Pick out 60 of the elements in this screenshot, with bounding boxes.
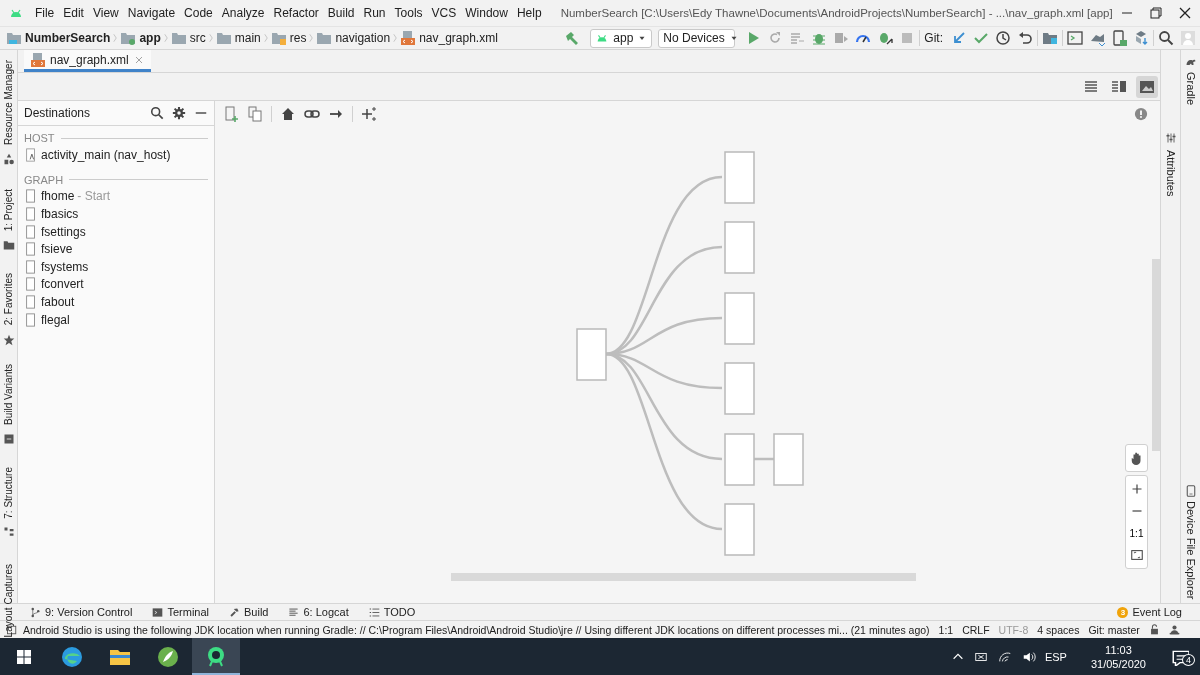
breadcrumb-item[interactable]: main	[215, 30, 261, 46]
indent-setting[interactable]: 4 spaces	[1037, 623, 1080, 636]
run-configuration-dropdown[interactable]: app	[590, 28, 653, 48]
tool-window-tab[interactable]: Layout Captures	[3, 564, 14, 638]
window-title: NumberSearch [C:\Users\Edy Thawne\Documents\AndroidProjects\NumberSearch] - ...\nav_graph.xml [app]	[560, 7, 1113, 19]
menu-item[interactable]: View	[88, 4, 123, 22]
tool-window-tab[interactable]: TODO	[368, 606, 416, 618]
line-separator[interactable]: CRLF	[962, 623, 990, 636]
menu-item[interactable]: File	[30, 4, 59, 22]
event-log-tab[interactable]: 3 Event Log	[1117, 606, 1182, 618]
menu-item[interactable]: VCS	[427, 4, 461, 22]
device-dropdown[interactable]: No Devices	[658, 28, 736, 48]
breadcrumb-item[interactable]: navigation	[316, 30, 391, 46]
git-label: Git:	[924, 31, 943, 45]
tool-window-tab[interactable]: Resource Manager	[3, 60, 14, 146]
destination-item[interactable]: fabout	[18, 293, 214, 311]
breadcrumb-item[interactable]: res	[270, 30, 307, 46]
menu-item[interactable]: Window	[461, 4, 512, 22]
menu-item[interactable]: Tools	[390, 4, 427, 22]
destination-item[interactable]: fbasics	[18, 205, 214, 223]
destination-item[interactable]: fsystems	[18, 257, 214, 276]
menu-item[interactable]: Build	[323, 4, 359, 22]
editor-tab[interactable]: nav_graph.xml	[24, 50, 151, 72]
tool-window-tab[interactable]: 1: Project	[3, 189, 14, 232]
panel-title: Destinations	[24, 106, 92, 120]
tool-window-tab[interactable]: Build	[229, 606, 269, 618]
tool-window-tab[interactable]: 2: Favorites	[3, 273, 14, 326]
destination-item[interactable]: fhome - Start	[18, 187, 214, 206]
menu-item[interactable]: Navigate	[123, 4, 180, 22]
menu-item[interactable]: Help	[512, 4, 546, 22]
section-heading: GRAPH	[24, 173, 64, 186]
clock[interactable]: 11:03 31/05/2020	[1090, 642, 1146, 671]
tool-window-tab[interactable]: 7: Structure	[3, 466, 14, 519]
breadcrumb-item[interactable]: NumberSearch	[6, 30, 111, 46]
menu-item[interactable]: Edit	[59, 4, 88, 22]
tool-window-tab[interactable]: 9: Version Control	[30, 606, 133, 618]
menu-item[interactable]: Analyze	[217, 4, 269, 22]
tool-window-tab[interactable]: Attributes	[1164, 150, 1177, 197]
tool-window-tab[interactable]: Device File Explorer	[1184, 500, 1197, 599]
menu-item[interactable]: Refactor	[269, 4, 323, 22]
tool-window-tab[interactable]: Terminal	[152, 606, 209, 618]
breadcrumb-item[interactable]: src	[170, 30, 206, 46]
breadcrumb-item[interactable]: nav_graph.xml	[400, 30, 498, 46]
tool-window-tab[interactable]: 6: Logcat	[288, 606, 349, 618]
destination-item[interactable]: fsieve	[18, 240, 214, 258]
destination-item[interactable]: fconvert	[18, 275, 214, 294]
status-message[interactable]: Android Studio is using the following JDK location when running Gradle: // C:\Program Files\Android\Android Studio\jre // Using different JDK locations on different processes mi... (21 minutes ago)	[23, 623, 930, 636]
destination-item[interactable]: flegal	[18, 310, 214, 329]
git-branch[interactable]: Git: master	[1088, 623, 1140, 636]
section-heading: HOST	[24, 132, 55, 144]
tool-window-tab[interactable]: Build Variants	[3, 363, 14, 425]
keyboard-language[interactable]: ESP	[1044, 650, 1067, 663]
breadcrumb-item[interactable]: app	[120, 30, 161, 46]
caret-position[interactable]: 1:1	[938, 623, 954, 636]
menu-item[interactable]: Code	[180, 4, 217, 22]
menu-item[interactable]: Run	[359, 4, 390, 22]
tool-window-tab[interactable]: Gradle	[1184, 72, 1197, 106]
destination-item[interactable]: activity_main (nav_host)	[18, 146, 214, 164]
notification-count: 4	[1182, 653, 1195, 666]
destination-item[interactable]: fsettings	[18, 222, 214, 241]
